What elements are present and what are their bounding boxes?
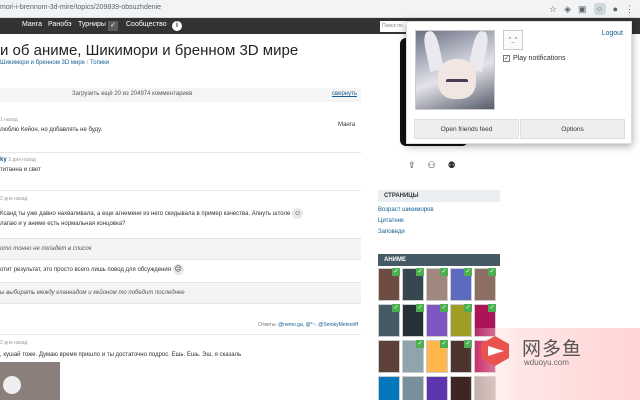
anime-tile[interactable] xyxy=(378,340,400,373)
sidebar-link[interactable]: Возраст шикиморов xyxy=(378,207,434,213)
divider xyxy=(0,152,361,153)
comment-replies: Ответы: @nemo.ga, @*~, @SmokyMeteoriff xyxy=(258,322,358,328)
load-more-link[interactable]: Загрузить ещё 20 из 204974 комментариев xyxy=(72,91,192,97)
shield-icon[interactable]: ◈ xyxy=(564,4,571,15)
watermark-url: wduoyu.com xyxy=(524,358,569,367)
add-friend-icon[interactable]: ⚇ xyxy=(428,160,436,171)
anime-tile[interactable]: ✓ xyxy=(378,268,400,301)
comment-text: , кушай тоже. Думаю время пришло и ты до… xyxy=(0,352,242,358)
profile-actions: ⇪ ⚇ ⚉ xyxy=(408,160,456,171)
watermark-text: 网多鱼 xyxy=(522,339,583,360)
anime-header: АНИМЕ xyxy=(378,254,500,266)
checked-icon: ✓ xyxy=(440,304,448,312)
checked-icon: ✓ xyxy=(464,304,472,312)
comment-author[interactable]: ky xyxy=(0,157,7,163)
checkbox-icon[interactable]: ✓ xyxy=(503,55,510,62)
comment-text: лагаю и у аниме есть нормальная концовка… xyxy=(0,221,126,227)
checked-icon: ✓ xyxy=(488,268,496,276)
breadcrumb-item[interactable]: Шикимори и бренном 3D мире xyxy=(0,60,85,66)
emoji-icon: ☹ xyxy=(172,264,184,275)
pages-header: СТРАНИЦЫ xyxy=(378,190,500,202)
comment-text: Ксанд ты уже давно нахваливала, а еще аг… xyxy=(0,208,304,219)
info-icon[interactable]: i xyxy=(172,21,182,31)
breadcrumb-item[interactable]: Топики xyxy=(90,60,109,66)
comment-text: люблю Кейон, но добавлять не буду. xyxy=(0,127,103,133)
check-icon[interactable]: ✓ xyxy=(108,21,118,31)
anime-tile[interactable]: ✓ xyxy=(426,340,448,373)
anime-tile[interactable]: ✓ xyxy=(402,340,424,373)
comment-header: ky 2 дня назад xyxy=(0,157,36,163)
manga-tag[interactable]: Манга xyxy=(338,122,355,128)
play-notifications-label: Play notifications xyxy=(513,55,566,62)
mini-avatar: ^_^ xyxy=(503,30,523,50)
address-bar[interactable]: mori-i-brennom-3d-mire/topics/209839-obs… xyxy=(0,4,161,11)
extension-popup: ^_^ Logout ✓ Play notifications Open fri… xyxy=(406,21,632,144)
emoji-icon: ☺ xyxy=(292,208,304,219)
video-thumbnail[interactable] xyxy=(0,362,60,400)
anime-tile[interactable]: ✓ xyxy=(402,304,424,337)
comment-meta: 2 дня назад xyxy=(0,196,28,202)
nav-item-ranobe[interactable]: Ранобэ xyxy=(48,21,72,28)
checked-icon: ✓ xyxy=(464,268,472,276)
logout-link[interactable]: Logout xyxy=(602,30,623,37)
comment-quote: ото тонно не попадет в список xyxy=(0,238,361,260)
anime-tile[interactable]: ✓ xyxy=(378,304,400,337)
divider xyxy=(0,334,361,335)
menu-icon[interactable]: ⋮ xyxy=(625,4,634,15)
reply-link[interactable]: @SmokyMeteoriff xyxy=(318,322,358,328)
comment-text: отит результат, это просто всего лишь по… xyxy=(0,264,184,275)
comment-quote: ы выбирать между кланнадом и кейоном то … xyxy=(0,282,361,304)
popup-avatar xyxy=(415,30,495,110)
checked-icon: ✓ xyxy=(392,304,400,312)
star-icon[interactable]: ☆ xyxy=(549,4,557,15)
anime-tile[interactable] xyxy=(378,376,400,400)
reply-link[interactable]: @nemo.ga xyxy=(278,322,303,328)
options-button[interactable]: Options xyxy=(520,119,625,139)
checked-icon: ✓ xyxy=(416,268,424,276)
nav-item-community[interactable]: Сообщество xyxy=(126,21,167,28)
checked-icon: ✓ xyxy=(416,304,424,312)
page-title: и об аниме, Шикимори и бренном 3D мире xyxy=(0,42,299,59)
load-more-bar: Загрузить ещё 20 из 204974 комментариев … xyxy=(0,88,361,102)
divider xyxy=(0,190,361,191)
anime-tile[interactable]: ✓ xyxy=(450,268,472,301)
upload-icon[interactable]: ⇪ xyxy=(408,160,416,171)
checked-icon: ✓ xyxy=(488,304,496,312)
browser-toolbar: mori-i-brennom-3d-mire/topics/209839-obs… xyxy=(0,0,640,18)
remove-friend-icon[interactable]: ⚉ xyxy=(448,160,456,171)
comment-text: титанна и свет xyxy=(0,167,41,173)
checked-icon: ✓ xyxy=(440,340,448,348)
sidebar-link[interactable]: Цитатник xyxy=(378,218,404,224)
reply-link[interactable]: @*~ xyxy=(306,322,316,328)
comment-meta: 1 назад xyxy=(0,117,18,123)
comment-meta: 2 дня назад xyxy=(0,340,28,346)
watermark-logo-icon xyxy=(481,336,509,366)
checked-icon: ✓ xyxy=(392,268,400,276)
anime-tile[interactable] xyxy=(426,376,448,400)
nav-item-tournaments[interactable]: Турниры xyxy=(78,21,106,28)
checked-icon: ✓ xyxy=(416,340,424,348)
collapse-link[interactable]: свернуть xyxy=(332,91,357,97)
play-icon[interactable] xyxy=(3,376,21,394)
anime-tile[interactable] xyxy=(402,376,424,400)
extension-active-icon[interactable]: ☺ xyxy=(593,3,606,15)
profile-icon[interactable]: ● xyxy=(613,4,618,15)
play-notifications-option[interactable]: ✓ Play notifications xyxy=(503,55,566,62)
anime-tile[interactable]: ✓ xyxy=(426,304,448,337)
nav-item-manga[interactable]: Манга xyxy=(22,21,42,28)
breadcrumb: Шикимори и бренном 3D мире / Топики xyxy=(0,60,109,66)
sidebar-link[interactable]: Заповеди xyxy=(378,229,405,235)
anime-tile[interactable]: ✓ xyxy=(474,268,496,301)
anime-tile[interactable]: ✓ xyxy=(426,268,448,301)
extension-icon[interactable]: ▣ xyxy=(578,4,587,15)
checked-icon: ✓ xyxy=(440,268,448,276)
open-friends-feed-button[interactable]: Open friends feed xyxy=(414,119,519,139)
anime-tile[interactable]: ✓ xyxy=(402,268,424,301)
